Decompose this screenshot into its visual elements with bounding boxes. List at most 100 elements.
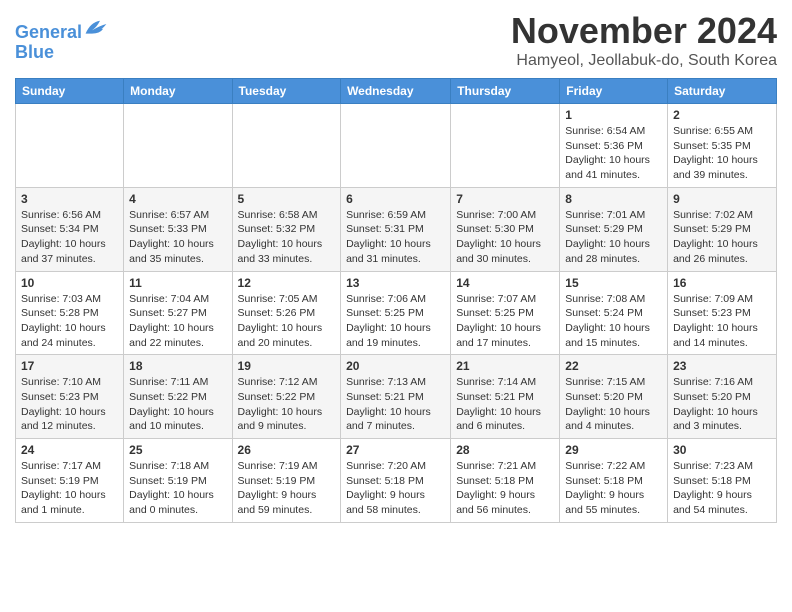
cell-day-number: 3 <box>21 192 118 206</box>
calendar-cell: 18 Sunrise: 7:11 AM Sunset: 5:22 PM Dayli… <box>124 355 232 439</box>
calendar-week-2: 3 Sunrise: 6:56 AM Sunset: 5:34 PM Daylig… <box>16 187 777 271</box>
cell-day-number: 20 <box>346 359 445 373</box>
calendar-cell: 26 Sunrise: 7:19 AM Sunset: 5:19 PM Dayli… <box>232 439 341 523</box>
cell-day-number: 15 <box>565 276 662 290</box>
cell-info-text: Sunrise: 7:22 AM Sunset: 5:18 PM Dayligh… <box>565 459 662 518</box>
cell-day-number: 28 <box>456 443 554 457</box>
cell-info-text: Sunrise: 7:11 AM Sunset: 5:22 PM Dayligh… <box>129 375 226 434</box>
calendar-cell: 16 Sunrise: 7:09 AM Sunset: 5:23 PM Dayli… <box>668 271 777 355</box>
calendar-cell: 20 Sunrise: 7:13 AM Sunset: 5:21 PM Dayli… <box>341 355 451 439</box>
weekday-header-thursday: Thursday <box>451 79 560 104</box>
cell-info-text: Sunrise: 6:59 AM Sunset: 5:31 PM Dayligh… <box>346 208 445 267</box>
calendar-week-1: 1Sunrise: 6:54 AM Sunset: 5:36 PM Daylig… <box>16 104 777 188</box>
calendar-cell: 8 Sunrise: 7:01 AM Sunset: 5:29 PM Daylig… <box>560 187 668 271</box>
cell-day-number: 22 <box>565 359 662 373</box>
calendar-cell: 28 Sunrise: 7:21 AM Sunset: 5:18 PM Dayli… <box>451 439 560 523</box>
cell-day-number: 12 <box>238 276 336 290</box>
cell-info-text: Sunrise: 7:08 AM Sunset: 5:24 PM Dayligh… <box>565 292 662 351</box>
weekday-header-sunday: Sunday <box>16 79 124 104</box>
cell-day-number: 6 <box>346 192 445 206</box>
cell-info-text: Sunrise: 6:55 AM Sunset: 5:35 PM Dayligh… <box>673 124 771 183</box>
calendar-week-4: 17 Sunrise: 7:10 AM Sunset: 5:23 PM Dayli… <box>16 355 777 439</box>
weekday-header-friday: Friday <box>560 79 668 104</box>
calendar-cell: 3 Sunrise: 6:56 AM Sunset: 5:34 PM Daylig… <box>16 187 124 271</box>
cell-day-number: 5 <box>238 192 336 206</box>
calendar-cell: 27 Sunrise: 7:20 AM Sunset: 5:18 PM Dayli… <box>341 439 451 523</box>
calendar-cell: 2 Sunrise: 6:55 AM Sunset: 5:35 PM Daylig… <box>668 104 777 188</box>
cell-info-text: Sunrise: 7:18 AM Sunset: 5:19 PM Dayligh… <box>129 459 226 518</box>
cell-info-text: Sunrise: 7:07 AM Sunset: 5:25 PM Dayligh… <box>456 292 554 351</box>
calendar-cell <box>232 104 341 188</box>
weekday-header-row: SundayMondayTuesdayWednesdayThursdayFrid… <box>16 79 777 104</box>
calendar-cell: 4 Sunrise: 6:57 AM Sunset: 5:33 PM Daylig… <box>124 187 232 271</box>
cell-info-text: Sunrise: 7:16 AM Sunset: 5:20 PM Dayligh… <box>673 375 771 434</box>
calendar-cell: 19Sunrise: 7:12 AM Sunset: 5:22 PM Dayli… <box>232 355 341 439</box>
cell-day-number: 29 <box>565 443 662 457</box>
calendar-cell: 21 Sunrise: 7:14 AM Sunset: 5:21 PM Dayli… <box>451 355 560 439</box>
subtitle: Hamyeol, Jeollabuk-do, South Korea <box>511 52 777 70</box>
logo-bird-icon <box>84 18 108 38</box>
calendar-cell: 30Sunrise: 7:23 AM Sunset: 5:18 PM Dayli… <box>668 439 777 523</box>
cell-day-number: 18 <box>129 359 226 373</box>
cell-info-text: Sunrise: 7:19 AM Sunset: 5:19 PM Dayligh… <box>238 459 336 518</box>
cell-day-number: 23 <box>673 359 771 373</box>
cell-day-number: 27 <box>346 443 445 457</box>
cell-info-text: Sunrise: 6:58 AM Sunset: 5:32 PM Dayligh… <box>238 208 336 267</box>
cell-info-text: Sunrise: 7:06 AM Sunset: 5:25 PM Dayligh… <box>346 292 445 351</box>
cell-day-number: 10 <box>21 276 118 290</box>
cell-info-text: Sunrise: 7:09 AM Sunset: 5:23 PM Dayligh… <box>673 292 771 351</box>
calendar-cell: 23 Sunrise: 7:16 AM Sunset: 5:20 PM Dayli… <box>668 355 777 439</box>
cell-info-text: Sunrise: 7:17 AM Sunset: 5:19 PM Dayligh… <box>21 459 118 518</box>
cell-day-number: 16 <box>673 276 771 290</box>
calendar-cell: 25Sunrise: 7:18 AM Sunset: 5:19 PM Dayli… <box>124 439 232 523</box>
calendar-week-3: 10 Sunrise: 7:03 AM Sunset: 5:28 PM Dayli… <box>16 271 777 355</box>
cell-day-number: 21 <box>456 359 554 373</box>
calendar-cell: 17 Sunrise: 7:10 AM Sunset: 5:23 PM Dayli… <box>16 355 124 439</box>
weekday-header-tuesday: Tuesday <box>232 79 341 104</box>
cell-info-text: Sunrise: 7:00 AM Sunset: 5:30 PM Dayligh… <box>456 208 554 267</box>
calendar-header: SundayMondayTuesdayWednesdayThursdayFrid… <box>16 79 777 104</box>
cell-day-number: 19 <box>238 359 336 373</box>
calendar-cell <box>124 104 232 188</box>
calendar-cell: 12 Sunrise: 7:05 AM Sunset: 5:26 PM Dayli… <box>232 271 341 355</box>
cell-info-text: Sunrise: 7:15 AM Sunset: 5:20 PM Dayligh… <box>565 375 662 434</box>
cell-day-number: 1 <box>565 108 662 122</box>
calendar-body: 1Sunrise: 6:54 AM Sunset: 5:36 PM Daylig… <box>16 104 777 523</box>
cell-day-number: 4 <box>129 192 226 206</box>
cell-day-number: 14 <box>456 276 554 290</box>
cell-info-text: Sunrise: 7:14 AM Sunset: 5:21 PM Dayligh… <box>456 375 554 434</box>
cell-day-number: 13 <box>346 276 445 290</box>
calendar-cell <box>16 104 124 188</box>
main-title: November 2024 <box>511 10 777 52</box>
cell-day-number: 26 <box>238 443 336 457</box>
calendar-cell: 11 Sunrise: 7:04 AM Sunset: 5:27 PM Dayli… <box>124 271 232 355</box>
calendar-cell: 22 Sunrise: 7:15 AM Sunset: 5:20 PM Dayli… <box>560 355 668 439</box>
weekday-header-wednesday: Wednesday <box>341 79 451 104</box>
cell-day-number: 30 <box>673 443 771 457</box>
calendar-cell <box>451 104 560 188</box>
cell-day-number: 9 <box>673 192 771 206</box>
calendar-cell: 15 Sunrise: 7:08 AM Sunset: 5:24 PM Dayli… <box>560 271 668 355</box>
calendar-cell: 13 Sunrise: 7:06 AM Sunset: 5:25 PM Dayli… <box>341 271 451 355</box>
weekday-header-saturday: Saturday <box>668 79 777 104</box>
cell-info-text: Sunrise: 6:57 AM Sunset: 5:33 PM Dayligh… <box>129 208 226 267</box>
cell-info-text: Sunrise: 7:04 AM Sunset: 5:27 PM Dayligh… <box>129 292 226 351</box>
cell-day-number: 17 <box>21 359 118 373</box>
weekday-header-monday: Monday <box>124 79 232 104</box>
cell-info-text: Sunrise: 7:20 AM Sunset: 5:18 PM Dayligh… <box>346 459 445 518</box>
cell-day-number: 2 <box>673 108 771 122</box>
logo: General Blue <box>15 18 108 63</box>
calendar-cell: 14 Sunrise: 7:07 AM Sunset: 5:25 PM Dayli… <box>451 271 560 355</box>
cell-day-number: 8 <box>565 192 662 206</box>
cell-day-number: 24 <box>21 443 118 457</box>
cell-day-number: 11 <box>129 276 226 290</box>
cell-info-text: Sunrise: 7:03 AM Sunset: 5:28 PM Dayligh… <box>21 292 118 351</box>
calendar-week-5: 24 Sunrise: 7:17 AM Sunset: 5:19 PM Dayli… <box>16 439 777 523</box>
cell-info-text: Sunrise: 7:01 AM Sunset: 5:29 PM Dayligh… <box>565 208 662 267</box>
cell-info-text: Sunrise: 6:56 AM Sunset: 5:34 PM Dayligh… <box>21 208 118 267</box>
cell-info-text: Sunrise: 7:02 AM Sunset: 5:29 PM Dayligh… <box>673 208 771 267</box>
cell-info-text: Sunrise: 7:10 AM Sunset: 5:23 PM Dayligh… <box>21 375 118 434</box>
cell-info-text: Sunrise: 7:13 AM Sunset: 5:21 PM Dayligh… <box>346 375 445 434</box>
cell-info-text: Sunrise: 7:21 AM Sunset: 5:18 PM Dayligh… <box>456 459 554 518</box>
cell-info-text: Sunrise: 7:05 AM Sunset: 5:26 PM Dayligh… <box>238 292 336 351</box>
